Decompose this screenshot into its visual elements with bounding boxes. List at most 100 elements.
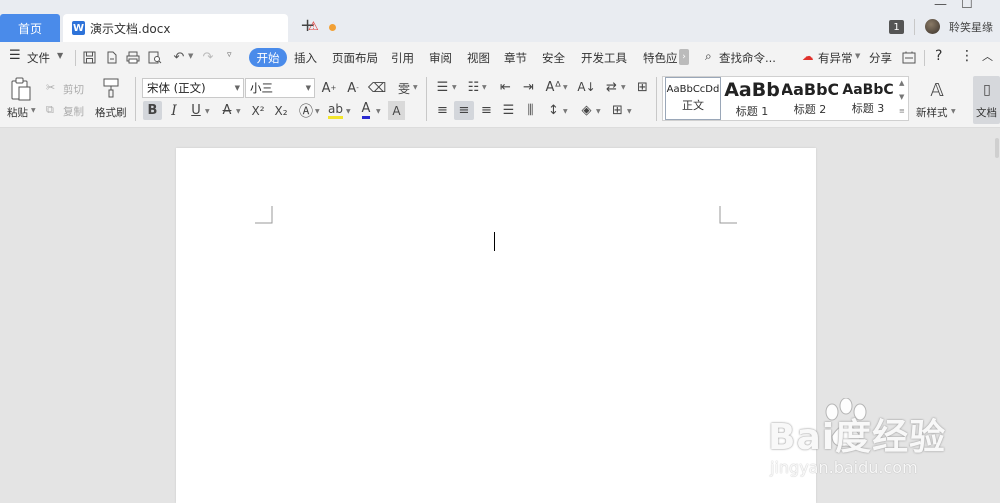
chevron-down-icon[interactable]: ▼ [57,51,63,60]
font-size-select[interactable]: 小三 ▼ [245,78,315,98]
highlight-icon[interactable]: ab [327,101,344,120]
menu-page-layout[interactable]: 页面布局 [332,50,378,66]
undo-dropdown-icon[interactable]: ▼ [188,52,193,60]
clear-format-icon[interactable]: ⌫ [368,79,386,97]
chevron-down-icon[interactable]: ▼ [563,108,568,115]
paste-icon[interactable] [8,76,34,102]
justify-icon[interactable]: ☰ [500,101,517,120]
customize-toolbar-icon[interactable]: ▿ [227,50,232,60]
bold-button[interactable]: B [143,101,162,120]
chevron-down-icon[interactable]: ▼ [855,52,860,60]
text-effect-icon[interactable]: Ⓐ [298,101,314,120]
tab-home[interactable]: 首页 [0,14,60,42]
gallery-down-icon[interactable]: ▼ [899,93,904,101]
help-icon[interactable]: ? [935,48,942,64]
align-right-icon[interactable]: ≡ [478,101,495,120]
new-style-icon[interactable]: 𝔸 [924,78,950,102]
save-icon[interactable] [81,49,97,65]
show-marks-icon[interactable]: ⇄ [603,78,620,96]
chevron-down-icon[interactable]: ▼ [376,108,381,115]
font-color-icon[interactable]: A [358,101,374,120]
numbered-list-icon[interactable]: ☷ [465,78,482,96]
chevron-down-icon[interactable]: ▼ [236,108,241,115]
sort-icon[interactable]: A↓ [577,78,595,96]
hamburger-icon[interactable]: ☰ [9,48,21,63]
borders-icon[interactable]: ⊞ [609,101,626,120]
style-heading-1[interactable]: AaBb 标题 1 [723,77,781,120]
collapse-ribbon-icon[interactable]: ︿ [982,48,993,64]
format-painter-button[interactable]: 格式刷 [95,105,127,120]
chevron-down-icon[interactable]: ▼ [596,108,601,115]
maximize-button[interactable]: ☐ [961,0,973,12]
chevron-down-icon[interactable]: ▼ [346,108,351,115]
menu-security[interactable]: 安全 [542,50,565,66]
line-spacing-icon[interactable]: ↕ [545,101,562,120]
print-icon[interactable] [125,49,141,65]
avatar[interactable] [925,19,940,34]
grow-font-icon[interactable]: A + [320,79,338,97]
command-search-input[interactable]: 查找命令... [719,50,776,66]
menu-section[interactable]: 章节 [504,50,527,66]
chevron-down-icon[interactable]: ▼ [627,108,632,115]
menu-developer[interactable]: 开发工具 [581,50,627,66]
style-heading-2[interactable]: AaBbC 标题 2 [782,77,838,120]
menu-review[interactable]: 审阅 [429,50,452,66]
cloud-alert-icon[interactable]: ☁ [802,49,814,63]
document-page[interactable] [176,148,816,503]
copy-icon[interactable]: ⧉ [46,103,54,117]
share-button[interactable]: 分享 [869,50,892,66]
increase-indent-icon[interactable]: ⇥ [520,78,537,96]
username[interactable]: 聆笑星缘 [949,19,993,35]
more-options-icon[interactable]: ⋮ [960,48,974,64]
chevron-down-icon[interactable]: ▼ [563,84,568,91]
style-heading-3[interactable]: AaBbC 标题 3 [840,77,896,120]
tab-document[interactable]: W 演示文档.docx ⚠ [63,14,336,42]
chevron-down-icon[interactable]: ▼ [452,84,457,91]
cut-button[interactable]: 剪切 [63,82,84,97]
format-painter-icon[interactable] [100,77,122,99]
superscript-button[interactable]: X² [248,101,268,120]
table-grid-icon[interactable]: ⊞ [634,78,651,96]
chevron-down-icon[interactable]: ▼ [205,108,210,115]
underline-button[interactable]: U [188,101,204,120]
shrink-font-icon[interactable]: A- [344,79,362,97]
collaboration-icon[interactable] [901,49,917,65]
undo-icon[interactable]: ↶ [171,49,187,65]
scrollbar-thumb[interactable] [995,138,999,158]
chevron-down-icon[interactable]: ▼ [482,84,487,91]
scroll-menu-right-icon[interactable]: › [679,49,689,65]
chevron-down-icon[interactable]: ▼ [621,84,626,91]
chevron-down-icon[interactable]: ▼ [413,84,418,91]
menu-special-apps[interactable]: 特色应 [643,50,678,66]
search-icon[interactable]: ⌕ [705,49,712,64]
decrease-indent-icon[interactable]: ⇤ [497,78,514,96]
char-shading-icon[interactable]: A [388,101,405,120]
new-tab-button[interactable]: + [300,15,315,36]
subscript-button[interactable]: X₂ [271,101,291,120]
chevron-down-icon[interactable]: ▼ [315,108,320,115]
shading-icon[interactable]: ◈ [578,101,595,120]
new-style-button[interactable]: 新样式 [916,105,948,120]
menu-insert[interactable]: 插入 [294,50,317,66]
print-preview-icon[interactable] [147,49,163,65]
bullet-list-icon[interactable]: ☰ [434,78,451,96]
phonetic-guide-icon[interactable]: 雯 [394,78,414,98]
chevron-down-icon[interactable]: ▼ [31,107,36,114]
cut-icon[interactable]: ✂ [46,81,55,94]
menu-home[interactable]: 开始 [249,48,287,67]
align-center-icon[interactable]: ≡ [454,101,474,120]
menu-file[interactable]: 文件 [27,50,50,66]
doc-helper-button[interactable]: ▯ 文档 [973,76,1000,124]
menu-references[interactable]: 引用 [391,50,414,66]
redo-icon[interactable]: ↷ [200,49,216,65]
align-left-icon[interactable]: ≡ [434,101,451,120]
window-count-badge[interactable]: 1 [889,20,904,34]
font-name-select[interactable]: 宋体 (正文) ▼ [142,78,244,98]
sync-status[interactable]: 有异常 [818,50,853,66]
distribute-icon[interactable]: ⫼ [522,101,539,120]
copy-button[interactable]: 复制 [63,104,84,119]
gallery-up-icon[interactable]: ▲ [899,79,904,87]
export-pdf-icon[interactable] [103,49,119,65]
minimize-button[interactable]: — [934,0,947,12]
strikethrough-button[interactable]: A [219,101,235,120]
